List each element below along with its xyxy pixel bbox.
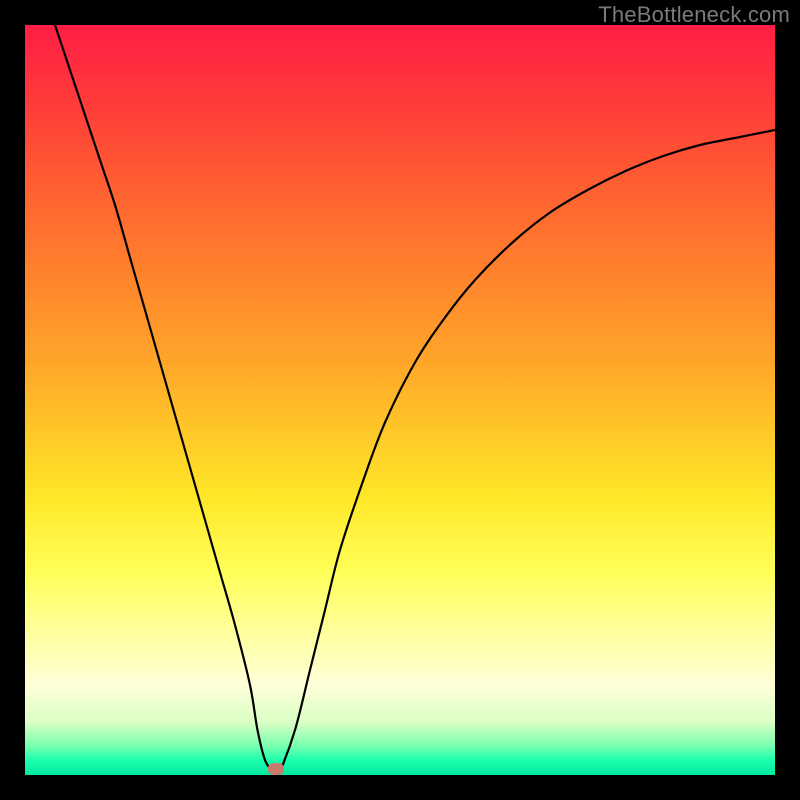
plot-background xyxy=(25,25,775,775)
watermark-text: TheBottleneck.com xyxy=(598,2,790,28)
chart-frame: TheBottleneck.com xyxy=(0,0,800,800)
